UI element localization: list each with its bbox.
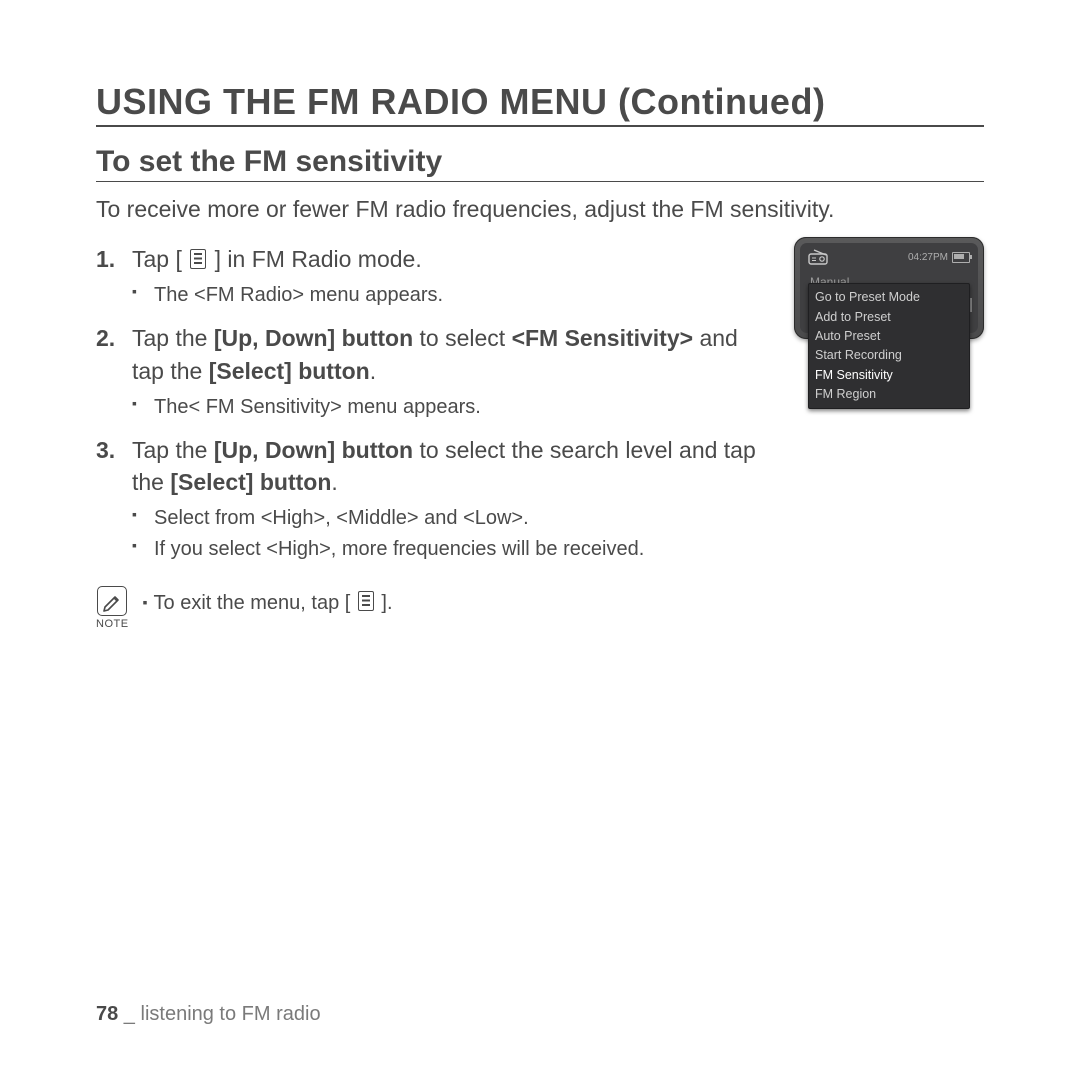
manual-page: USING THE FM RADIO MENU (Continued) To s… [0,0,1080,1080]
step-1-sub-1: The <FM Radio> menu appears. [132,281,776,310]
radio-icon [808,249,832,265]
step-2-sub-1: The< FM Sensitivity> menu appears. [132,393,776,422]
step-1-sub: The <FM Radio> menu appears. [132,281,776,310]
device-mockup: 04:27PM Manual 91.9 Go to Preset Mode Ad… [794,237,984,339]
page-number: 78 [96,1003,118,1025]
device-screen: 04:27PM Manual 91.9 Go to Preset Mode Ad… [800,243,978,333]
t: [Up, Down] button [214,437,413,463]
page-title: USING THE FM RADIO MENU (Continued) [96,80,984,127]
clock-text: 04:27PM [908,252,948,263]
clock-area: 04:27PM [908,252,970,263]
step-3-sub-1: Select from <High>, <Middle> and <Low>. [132,504,776,533]
menu-icon [190,249,206,269]
t: . [370,358,376,384]
note-icon [97,586,127,616]
step-3-sub: Select from <High>, <Middle> and <Low>. … [132,504,776,564]
t: Tap the [132,325,214,351]
t: <FM Sensitivity> [512,325,694,351]
frequency-row: 91.9 Go to Preset Mode Add to Preset Aut… [808,283,970,323]
status-bar: 04:27PM [808,249,970,265]
t: [Select] button [170,469,331,495]
note-text: ▪ To exit the menu, tap [ ]. [143,586,393,618]
content-row: Tap [ ] in FM Radio mode. The <FM Radio>… [96,243,984,630]
menu-item: Add to Preset [815,308,963,327]
menu-item: Auto Preset [815,327,963,346]
note-pre: To exit the menu, tap [ [154,592,356,614]
steps-column: Tap [ ] in FM Radio mode. The <FM Radio>… [96,243,776,630]
note-badge: NOTE [96,586,129,630]
note-row: NOTE ▪ To exit the menu, tap [ ]. [96,586,776,630]
steps-list: Tap [ ] in FM Radio mode. The <FM Radio>… [96,243,776,564]
section-title: To set the FM sensitivity [96,145,984,182]
battery-icon [952,252,970,263]
bullet-icon: ▪ [143,594,148,610]
t: . [331,469,337,495]
step-3: Tap the [Up, Down] button to select the … [96,434,776,564]
menu-item: Start Recording [815,346,963,365]
note-post: ]. [376,592,393,614]
menu-item: FM Region [815,385,963,404]
fm-menu-panel: Go to Preset Mode Add to Preset Auto Pre… [808,283,970,409]
t: Tap the [132,437,214,463]
step-1: Tap [ ] in FM Radio mode. The <FM Radio>… [96,243,776,310]
menu-item: Go to Preset Mode [815,288,963,307]
page-footer: 78 _ listening to FM radio [96,1003,321,1026]
t: Up, Down] button [222,325,414,351]
footer-sep: _ [118,1003,140,1025]
step-1-post: ] in FM Radio mode. [215,246,422,272]
note-label: NOTE [96,618,129,630]
step-2-sub: The< FM Sensitivity> menu appears. [132,393,776,422]
menu-item-selected: FM Sensitivity [815,366,963,385]
footer-section: listening to FM radio [141,1003,321,1025]
t: to select [413,325,511,351]
step-2: Tap the [Up, Down] button to select <FM … [96,322,776,421]
step-1-pre: Tap [ [132,246,182,272]
t: [Select] button [209,358,370,384]
menu-icon [358,591,374,611]
intro-text: To receive more or fewer FM radio freque… [96,194,984,225]
step-3-sub-2: If you select <High>, more frequencies w… [132,535,776,564]
